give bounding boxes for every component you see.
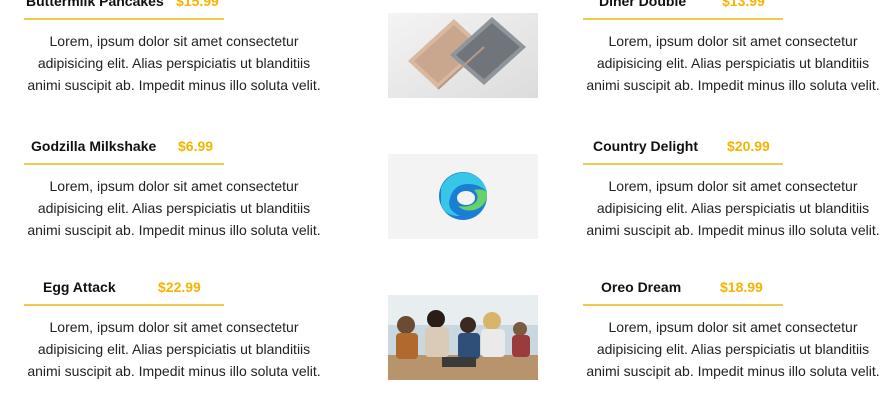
item-price: $13.99 (722, 0, 765, 9)
item-header: Buttermilk Pancakes $15.99 (24, 0, 224, 20)
item-price: $15.99 (176, 0, 219, 9)
item-header: Egg Attack $22.99 (24, 278, 224, 306)
item-description: Lorem, ipsum dolor sit amet consectetur … (586, 319, 880, 379)
item-price: $18.99 (720, 279, 763, 295)
item-price: $20.99 (727, 138, 770, 154)
item-name: Egg Attack (43, 279, 116, 295)
menu-item-country-delight: Country Delight $20.99 Lorem, ipsum dolo… (583, 137, 883, 241)
item-name: Oreo Dream (601, 279, 682, 295)
menu-item-godzilla-milkshake: Godzilla Milkshake $6.99 Lorem, ipsum do… (24, 137, 324, 241)
item-description: Lorem, ipsum dolor sit amet consectetur … (27, 33, 321, 93)
menu-item-diner-double: Diner Double $13.99 Lorem, ipsum dolor s… (583, 0, 883, 96)
menu-page: Buttermilk Pancakes $15.99 Lorem, ipsum … (0, 0, 894, 401)
item-name: Country Delight (593, 138, 698, 154)
item-name: Godzilla Milkshake (31, 138, 157, 154)
item-header: Diner Double $13.99 (583, 0, 783, 20)
item-name: Buttermilk Pancakes (26, 0, 164, 9)
item-description: Lorem, ipsum dolor sit amet consectetur … (586, 178, 880, 238)
item-description: Lorem, ipsum dolor sit amet consectetur … (27, 319, 321, 379)
item-description: Lorem, ipsum dolor sit amet consectetur … (586, 33, 880, 93)
item-price: $22.99 (158, 279, 201, 295)
menu-item-buttermilk-pancakes: Buttermilk Pancakes $15.99 Lorem, ipsum … (24, 0, 324, 96)
item-header: Godzilla Milkshake $6.99 (24, 137, 224, 165)
group-photo-image (388, 295, 538, 380)
item-price: $6.99 (178, 138, 214, 154)
item-header: Oreo Dream $18.99 (583, 278, 783, 306)
item-description: Lorem, ipsum dolor sit amet consectetur … (27, 178, 321, 238)
menu-item-egg-attack: Egg Attack $22.99 Lorem, ipsum dolor sit… (24, 278, 324, 382)
item-name: Diner Double (599, 0, 687, 9)
menu-item-oreo-dream: Oreo Dream $18.99 Lorem, ipsum dolor sit… (583, 278, 883, 382)
item-header: Country Delight $20.99 (583, 137, 783, 165)
laptop-image (388, 13, 538, 98)
edge-logo-image (388, 154, 538, 239)
